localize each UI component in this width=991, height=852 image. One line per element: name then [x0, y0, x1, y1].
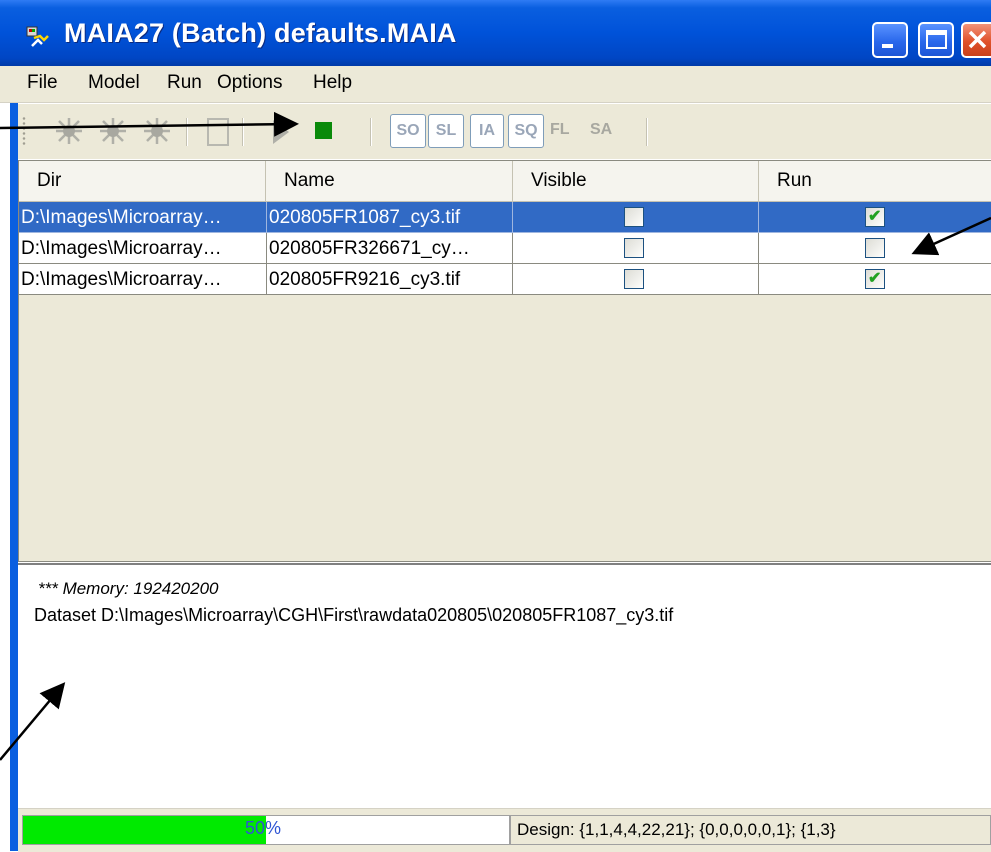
cell-dir: D:\Images\Microarray… [19, 233, 267, 264]
cell-name: 020805FR326671_cy… [267, 233, 513, 264]
column-header-dir[interactable]: Dir [19, 161, 266, 201]
menu-help[interactable]: Help [313, 72, 352, 94]
visible-checkbox[interactable] [624, 269, 644, 289]
toolbar-separator [242, 118, 244, 146]
toolbar-separator [646, 118, 648, 146]
cell-visible [513, 264, 759, 295]
log-panel[interactable]: *** Memory: 192420200 Dataset D:\Images\… [18, 563, 991, 807]
spot-icon-2[interactable] [96, 116, 130, 146]
batch-grid: Dir Name Visible Run D:\Images\Microarra… [18, 160, 991, 562]
run-checkbox[interactable]: ✔ [865, 207, 885, 227]
menu-model[interactable]: Model [88, 72, 140, 94]
memory-line: *** Memory: 192420200 [38, 579, 219, 598]
spot-icon-1[interactable] [52, 116, 86, 146]
cell-name: 020805FR9216_cy3.tif [267, 264, 513, 295]
table-row[interactable]: D:\Images\Microarray… 020805FR9216_cy3.t… [19, 264, 991, 295]
toolbar: SO SL IA SQ FL SA [18, 103, 991, 159]
toolbar-separator [370, 118, 372, 146]
table-row[interactable]: D:\Images\Microarray… 020805FR1087_cy3.t… [19, 202, 991, 233]
cell-name: 020805FR1087_cy3.tif [267, 202, 513, 233]
progress-label: 50% [245, 818, 282, 838]
stop-icon[interactable] [314, 121, 334, 141]
status-bar: 50% Design: {1,1,4,4,22,21}; {0,0,0,0,0,… [18, 808, 991, 852]
menu-file[interactable]: File [27, 72, 58, 94]
dataset-line: Dataset D:\Images\Microarray\CGH\First\r… [34, 605, 674, 625]
cell-run: ✔ [759, 202, 991, 233]
mode-button-ia[interactable]: IA [470, 114, 504, 148]
column-header-name[interactable]: Name [266, 161, 513, 201]
toolbar-separator [186, 118, 188, 146]
visible-checkbox[interactable] [624, 207, 644, 227]
visible-checkbox[interactable] [624, 238, 644, 258]
column-header-visible[interactable]: Visible [513, 161, 759, 201]
mode-button-sq[interactable]: SQ [508, 114, 544, 148]
cell-run [759, 233, 991, 264]
maximize-icon [926, 30, 947, 49]
grid-header: Dir Name Visible Run [19, 161, 991, 202]
checkmark-icon: ✔ [868, 208, 882, 225]
menu-bar: File Model Run Options Help [0, 66, 991, 103]
design-status: Design: {1,1,4,4,22,21}; {0,0,0,0,0,1}; … [510, 815, 991, 845]
cell-dir: D:\Images\Microarray… [19, 264, 267, 295]
toolbar-grip[interactable] [22, 116, 26, 146]
window-title: MAIA27 (Batch) defaults.MAIA [64, 18, 457, 48]
column-header-run[interactable]: Run [759, 161, 991, 201]
menu-options[interactable]: Options [217, 72, 282, 94]
mode-button-fl[interactable]: FL [550, 114, 570, 148]
minimize-icon [882, 44, 893, 48]
close-button[interactable] [961, 22, 991, 58]
cell-dir: D:\Images\Microarray… [19, 202, 267, 233]
cell-visible [513, 202, 759, 233]
minimize-button[interactable] [872, 22, 908, 58]
run-checkbox[interactable]: ✔ [865, 269, 885, 289]
cell-run: ✔ [759, 264, 991, 295]
window-left-border [0, 66, 18, 851]
progress-fill [23, 816, 266, 844]
cell-visible [513, 233, 759, 264]
mode-button-so[interactable]: SO [390, 114, 426, 148]
progress-bar: 50% [22, 815, 510, 845]
app-window: MAIA27 (Batch) defaults.MAIA File Model … [0, 0, 991, 852]
menu-run[interactable]: Run [167, 72, 202, 94]
play-icon[interactable] [270, 118, 292, 146]
page-icon[interactable] [206, 117, 230, 147]
app-icon [26, 26, 49, 47]
mode-button-sa[interactable]: SA [590, 114, 612, 148]
spot-icon-3[interactable] [140, 116, 174, 146]
title-bar[interactable]: MAIA27 (Batch) defaults.MAIA [0, 0, 991, 66]
table-row[interactable]: D:\Images\Microarray… 020805FR326671_cy… [19, 233, 991, 264]
mode-button-sl[interactable]: SL [428, 114, 464, 148]
close-icon [968, 30, 987, 49]
checkmark-icon: ✔ [868, 270, 882, 287]
maximize-button[interactable] [918, 22, 954, 58]
run-checkbox[interactable] [865, 238, 885, 258]
